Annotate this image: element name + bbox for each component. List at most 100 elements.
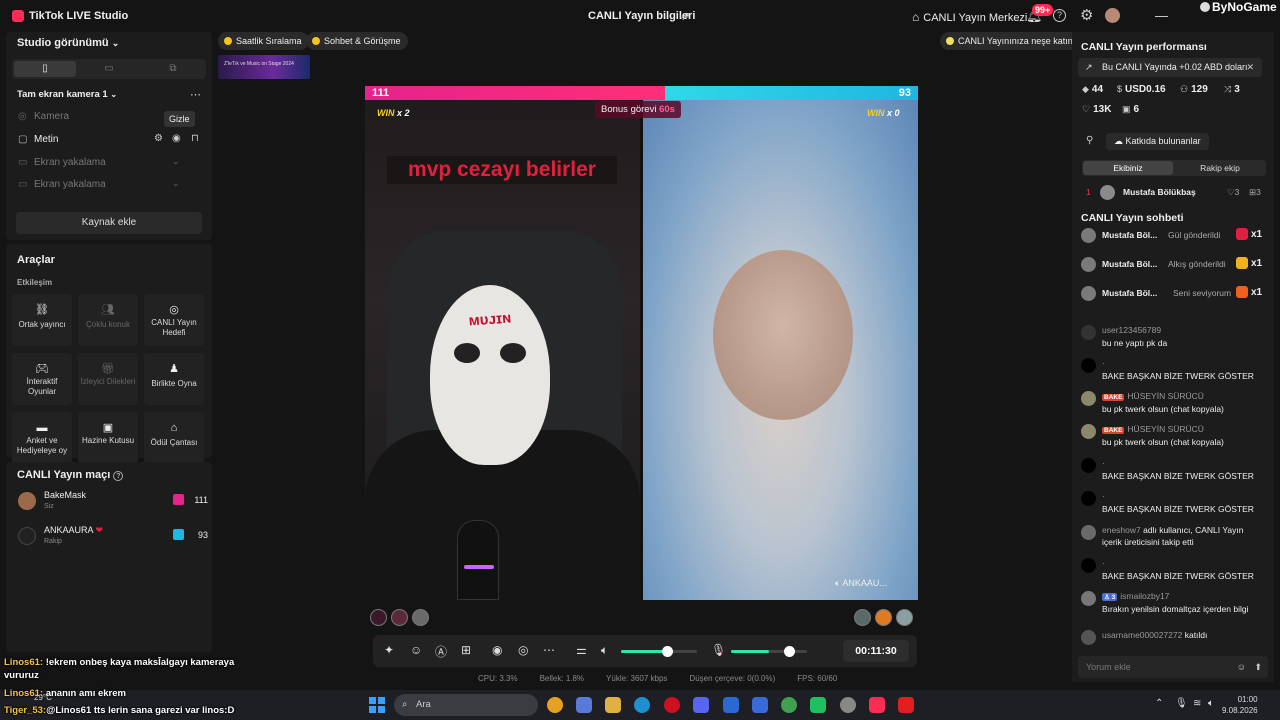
- comment-input[interactable]: Yorum ekle ☺ ⬆: [1078, 656, 1268, 678]
- tab-opponent-team[interactable]: Rakip ekip: [1175, 161, 1265, 175]
- contributors-button[interactable]: ☁ Katkıda bulunanlar: [1106, 133, 1209, 150]
- gift-icon: ▣: [1122, 104, 1131, 114]
- chrome-icon[interactable]: [547, 697, 563, 713]
- lock-icon[interactable]: ⊓: [191, 133, 199, 144]
- gifts-stat: ▣ 6: [1122, 104, 1140, 115]
- gear-icon[interactable]: ⚙: [1080, 6, 1093, 24]
- play-together-icon: ♟: [169, 363, 179, 375]
- scene-dropdown[interactable]: Tam ekran kamera 1 ⌄: [17, 89, 117, 100]
- home-icon: ⌂: [912, 10, 920, 24]
- co-host-tool[interactable]: ⛓ Ortak yayıncı: [12, 294, 72, 346]
- effects-icon[interactable]: ✦: [384, 643, 394, 657]
- avatar: [1081, 591, 1096, 606]
- microphone-icon[interactable]: 🎙︎: [711, 643, 726, 657]
- beauty-icon[interactable]: ☺: [410, 643, 422, 657]
- record-icon[interactable]: ◉: [492, 643, 502, 657]
- gifter-avatar[interactable]: [875, 609, 892, 626]
- source-camera[interactable]: ◎ Kamera: [18, 111, 69, 122]
- fun-tips-button[interactable]: CANLI Yayınınıza neşe katın: [940, 32, 1080, 50]
- settings-icon[interactable]: ⚙: [154, 133, 163, 144]
- chat-call-button[interactable]: Sohbet & Görüşme: [306, 32, 408, 50]
- windows-start-icon[interactable]: [369, 697, 385, 713]
- gifter-avatar[interactable]: [896, 609, 913, 626]
- opera-icon[interactable]: [664, 697, 680, 713]
- capture-icon[interactable]: ◎: [518, 643, 528, 657]
- discord-icon[interactable]: [693, 697, 709, 713]
- studio-view-dropdown[interactable]: Studio görünümü ⌄: [17, 37, 119, 49]
- source-text[interactable]: ▢ Metin: [18, 134, 58, 145]
- taskbar-search[interactable]: ⌕ Ara: [394, 694, 538, 716]
- obs-icon[interactable]: [840, 697, 856, 713]
- more-icon[interactable]: ⋯: [190, 88, 201, 101]
- gifter-avatar[interactable]: [391, 609, 408, 626]
- viewer-wishes-tool[interactable]: 🎁︎ İzleyici Dilekleri: [78, 353, 138, 405]
- poll-tool[interactable]: ▬ Anket ve Hediyeleye oy: [12, 412, 72, 464]
- source-screen-1[interactable]: ▭ Ekran yakalama: [18, 157, 106, 168]
- gifter-avatar[interactable]: [854, 609, 871, 626]
- play-together-tool[interactable]: ♟ Birlikte Oyna: [144, 353, 204, 405]
- tools-panel: Araçlar Etkileşim ⛓ Ortak yayıncı 👥︎ Çoklu…: [6, 244, 212, 464]
- monitor-icon: ▭: [18, 157, 28, 168]
- emoji-icon[interactable]: ☺: [1237, 656, 1246, 678]
- close-icon[interactable]: ✕: [1246, 58, 1254, 77]
- tiktok-icon[interactable]: [869, 697, 885, 713]
- avatar: [1081, 228, 1096, 243]
- reward-bag-tool[interactable]: ⌂ Ödül Çantası: [144, 412, 204, 464]
- volume-slider[interactable]: [621, 646, 697, 657]
- more-icon[interactable]: ⋯: [543, 643, 555, 657]
- tools-header: Araçlar: [17, 254, 55, 266]
- ai-icon[interactable]: Ⓐ: [435, 643, 447, 660]
- team-icon: [173, 494, 184, 505]
- source-screen-2[interactable]: ▭ Ekran yakalama: [18, 179, 106, 190]
- multi-guest-tool[interactable]: 👥︎ Çoklu konuk: [78, 294, 138, 346]
- avatar[interactable]: [1105, 8, 1120, 23]
- app-icon[interactable]: [810, 697, 826, 713]
- gifter-avatar[interactable]: [370, 609, 387, 626]
- microphone-icon[interactable]: 🎙︎: [1175, 698, 1188, 709]
- diamond-icon: ◆: [1082, 84, 1089, 94]
- live-goal-tool[interactable]: ◎ CANLI Yayın Hedefi: [144, 294, 204, 346]
- share-icon[interactable]: ⇗: [680, 9, 690, 23]
- edge-icon[interactable]: [634, 697, 650, 713]
- promo-thumbnail[interactable]: Z'leTık ve Music on Stage 2024: [218, 55, 310, 79]
- tab-your-team[interactable]: Ekibiniz: [1083, 161, 1173, 175]
- store-icon[interactable]: [752, 697, 768, 713]
- speaker-icon[interactable]: 🔈︎: [601, 643, 608, 658]
- info-icon: ?: [113, 471, 124, 481]
- opponent-tag[interactable]: 🔈︎ ANKAAU...: [835, 578, 887, 589]
- bonus-task: Bonus görevi 60s: [595, 101, 681, 118]
- tooltip: Gizle: [164, 111, 195, 127]
- minimize-icon[interactable]: —: [1155, 8, 1168, 23]
- system-clock[interactable]: 01:00 9.08.2026: [1222, 694, 1258, 716]
- clap-gift-icon: [1236, 257, 1248, 269]
- chrome-alt-icon[interactable]: [781, 697, 797, 713]
- screen-icon[interactable]: ⊞: [461, 643, 471, 657]
- folder-icon[interactable]: [605, 697, 621, 713]
- volume-icon[interactable]: 🔈︎: [1208, 698, 1214, 709]
- add-source-button[interactable]: Kaynak ekle: [16, 212, 202, 234]
- score-left: 111: [372, 87, 390, 99]
- mixer-icon[interactable]: ⚌: [576, 643, 587, 657]
- treasure-box-tool[interactable]: ▣ Hazine Kutusu: [78, 412, 138, 464]
- dual-option[interactable]: ⧉: [142, 61, 204, 77]
- user-add-icon[interactable]: ⚲: [1086, 135, 1093, 146]
- match-player-row: BakeMask Siz 111: [18, 490, 208, 516]
- landscape-option[interactable]: ▭: [78, 61, 140, 77]
- portrait-option[interactable]: ▯: [14, 61, 76, 77]
- mail-icon[interactable]: [723, 697, 739, 713]
- chevron-up-icon[interactable]: ⌃: [1155, 698, 1163, 709]
- live-center-button[interactable]: ⌂ CANLI Yayın Merkezi: [912, 10, 1027, 24]
- youtube-icon[interactable]: [898, 697, 914, 713]
- chevron-down-icon[interactable]: ⌄: [172, 178, 180, 189]
- interactive-games-tool[interactable]: 🎮︎ İnteraktif Oyunlar: [12, 353, 72, 405]
- mic-slider[interactable]: [731, 646, 807, 657]
- chevron-down-icon[interactable]: ⌄: [172, 156, 180, 167]
- gifter-avatar[interactable]: [412, 609, 429, 626]
- eye-icon[interactable]: ◉: [172, 133, 181, 144]
- live-preview: ᴍᴜᴊɪɴ 111 93 Bonus görevi 60s WIN x 2 WI…: [365, 86, 918, 600]
- wifi-icon[interactable]: ≋: [1193, 698, 1201, 709]
- help-icon[interactable]: ?: [1053, 9, 1066, 22]
- hourly-ranking-button[interactable]: Saatlik Sıralama: [218, 32, 309, 50]
- apps-icon[interactable]: [576, 697, 592, 713]
- send-icon[interactable]: ⬆: [1254, 656, 1262, 678]
